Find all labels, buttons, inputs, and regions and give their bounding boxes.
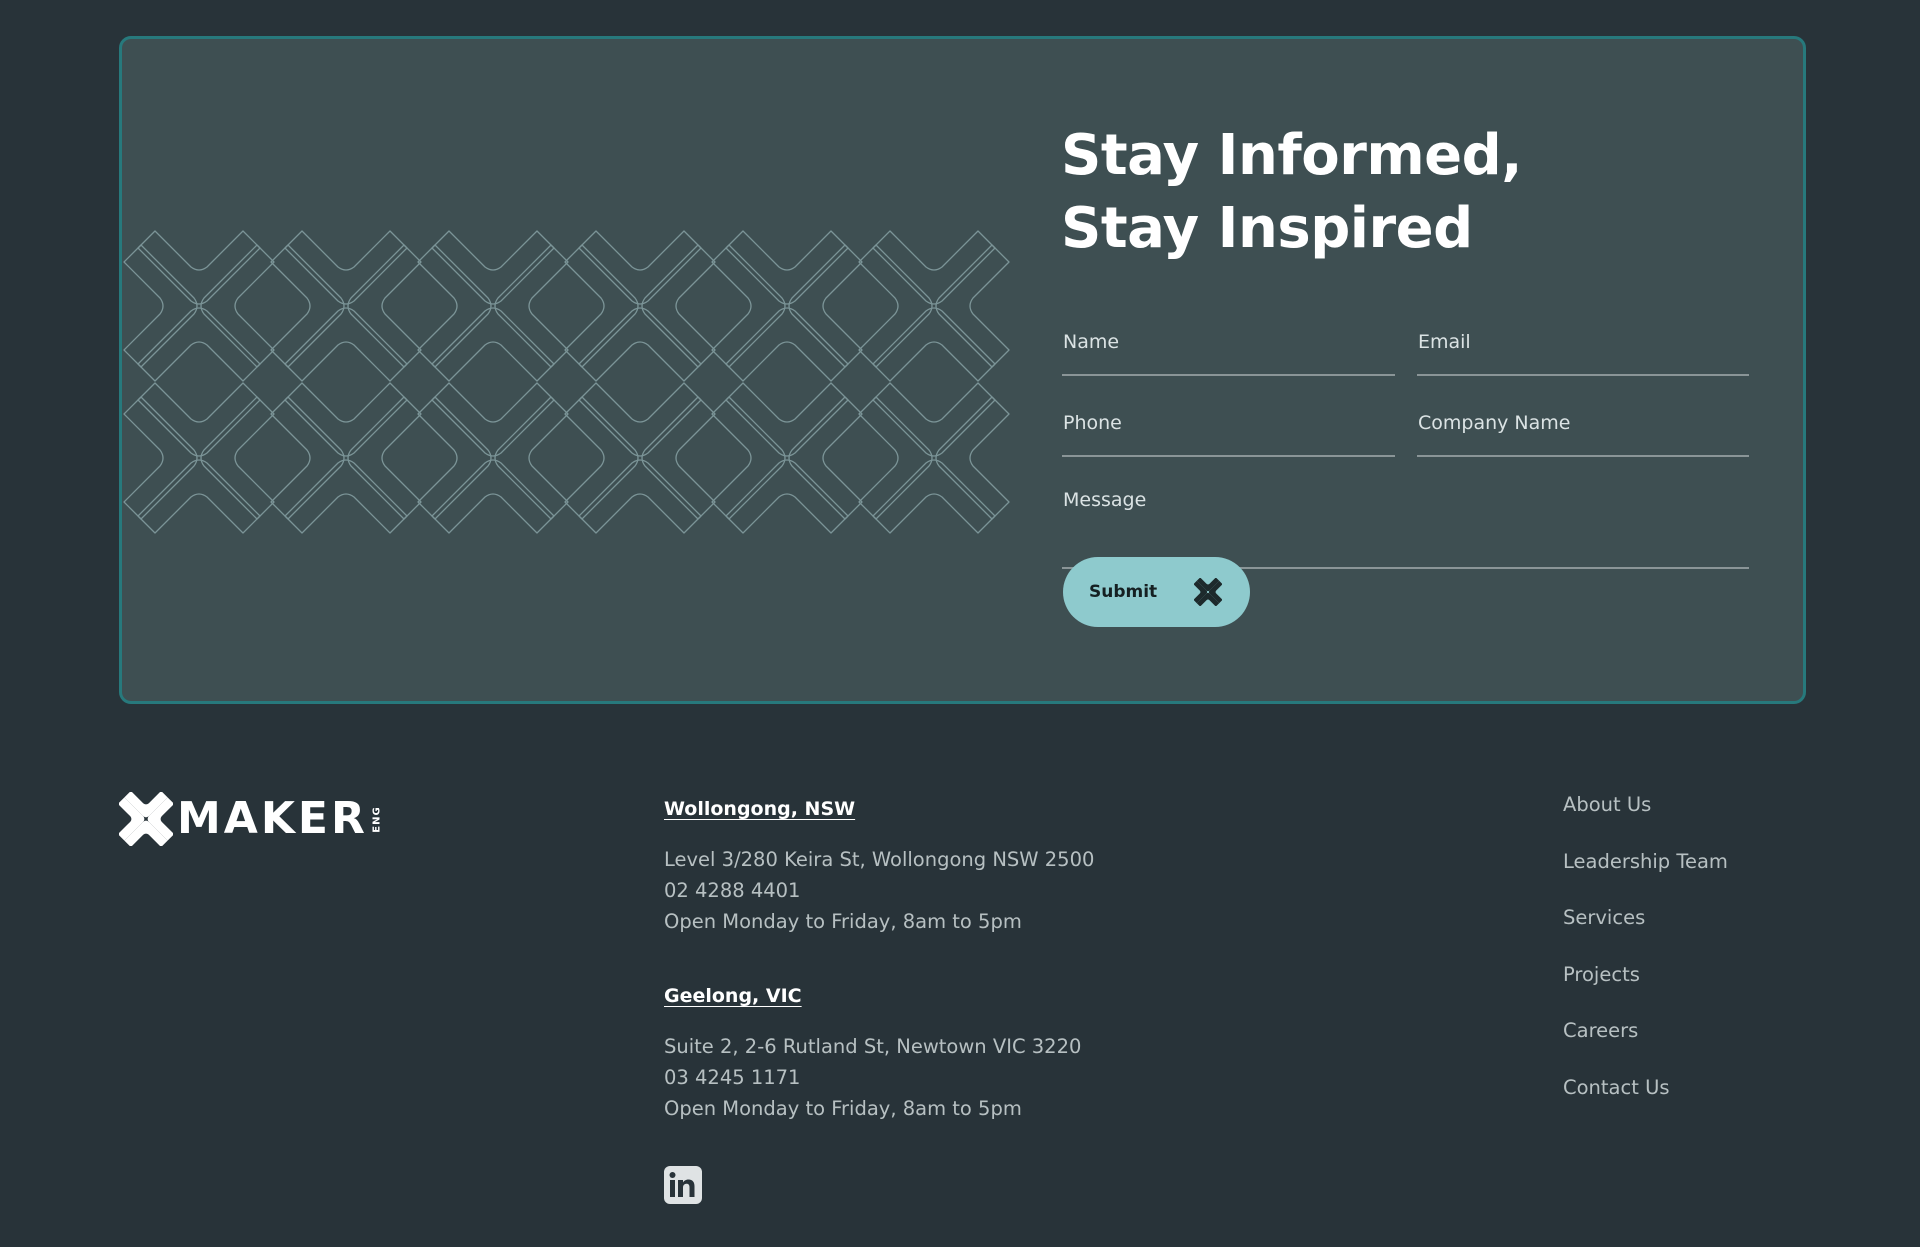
message-textarea[interactable] bbox=[1062, 475, 1749, 567]
heading-line-1: Stay Informed, bbox=[1061, 123, 1523, 188]
nav-link-contact-us[interactable]: Contact Us bbox=[1563, 1073, 1728, 1130]
name-input[interactable] bbox=[1062, 324, 1395, 374]
company-name-input[interactable] bbox=[1417, 405, 1749, 455]
phone-field-wrapper bbox=[1062, 405, 1395, 457]
office-city-link[interactable]: Wollongong, NSW bbox=[664, 798, 855, 820]
linkedin-link[interactable] bbox=[664, 1166, 702, 1204]
office-phone: 02 4288 4401 bbox=[664, 879, 801, 902]
phone-input[interactable] bbox=[1062, 405, 1395, 455]
nav-link-leadership-team[interactable]: Leadership Team bbox=[1563, 847, 1728, 904]
office-address: Level 3/280 Keira St, Wollongong NSW 250… bbox=[664, 848, 1095, 871]
office-phone: 03 4245 1171 bbox=[664, 1066, 801, 1089]
logo-suffix: ENG bbox=[371, 805, 383, 833]
footer-nav: About Us Leadership Team Services Projec… bbox=[1563, 790, 1728, 1129]
nav-link-services[interactable]: Services bbox=[1563, 903, 1728, 960]
message-field-wrapper bbox=[1062, 475, 1749, 569]
heading-line-2: Stay Inspired bbox=[1061, 196, 1473, 261]
submit-label: Submit bbox=[1089, 582, 1158, 602]
email-field-wrapper bbox=[1417, 324, 1749, 376]
maker-x-icon bbox=[1194, 578, 1222, 606]
email-input[interactable] bbox=[1417, 324, 1749, 374]
logo-wordmark: MAKER bbox=[177, 793, 368, 844]
company-field-wrapper bbox=[1417, 405, 1749, 457]
newsletter-card: Stay Informed, Stay Inspired Submit bbox=[119, 36, 1806, 704]
office-city-link[interactable]: Geelong, VIC bbox=[664, 985, 802, 1007]
newsletter-heading: Stay Informed, Stay Inspired bbox=[1061, 119, 1523, 265]
submit-button[interactable]: Submit bbox=[1063, 557, 1250, 627]
office-geelong: Geelong, VIC Suite 2, 2-6 Rutland St, Ne… bbox=[664, 985, 1081, 1124]
linkedin-icon bbox=[669, 1172, 695, 1197]
office-wollongong: Wollongong, NSW Level 3/280 Keira St, Wo… bbox=[664, 798, 1094, 937]
office-hours: Open Monday to Friday, 8am to 5pm bbox=[664, 1097, 1022, 1120]
office-address: Suite 2, 2-6 Rutland St, Newtown VIC 322… bbox=[664, 1035, 1082, 1058]
nav-link-about-us[interactable]: About Us bbox=[1563, 790, 1728, 847]
nav-link-projects[interactable]: Projects bbox=[1563, 960, 1728, 1017]
maker-logo[interactable]: MAKER ENG bbox=[119, 792, 390, 846]
office-hours: Open Monday to Friday, 8am to 5pm bbox=[664, 910, 1022, 933]
nav-link-careers[interactable]: Careers bbox=[1563, 1016, 1728, 1073]
name-field-wrapper bbox=[1062, 324, 1395, 376]
maker-x-logo-icon bbox=[119, 792, 173, 846]
